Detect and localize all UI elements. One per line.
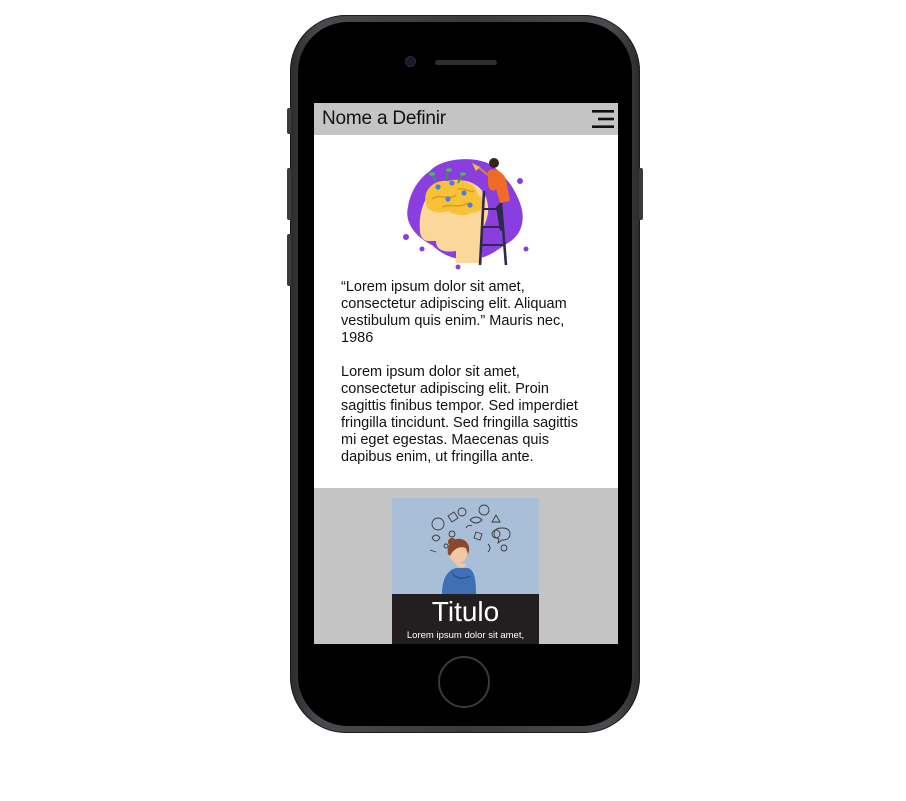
mind-growth-illustration (403, 158, 529, 270)
volume-down-button (287, 234, 291, 286)
front-camera (406, 57, 415, 66)
card-title: Titulo (431, 596, 500, 627)
card-body: Titulo Lorem ipsum dolor sit amet, (392, 594, 539, 644)
home-button[interactable] (438, 656, 490, 708)
article-card[interactable]: Titulo Lorem ipsum dolor sit amet, (392, 498, 539, 644)
body-text: Lorem ipsum dolor sit amet, consectetur … (341, 364, 578, 465)
volume-up-button (287, 168, 291, 220)
card-image (392, 498, 539, 594)
mute-switch (287, 108, 291, 134)
app-bar: Nome a Definir (314, 103, 618, 135)
thinking-woman-illustration (429, 504, 511, 594)
earpiece-speaker (435, 60, 497, 65)
cards-section: Titulo Lorem ipsum dolor sit amet, (314, 488, 618, 644)
app-title: Nome a Definir (322, 108, 446, 129)
quote-text: “Lorem ipsum dolor sit amet, consectetur… (341, 279, 567, 346)
app-screen: Nome a Definir “Lorem ipsum dolor sit am… (314, 103, 618, 644)
power-button (639, 168, 643, 220)
menu-icon[interactable] (590, 109, 614, 129)
card-text: Lorem ipsum dolor sit amet, (406, 630, 525, 641)
